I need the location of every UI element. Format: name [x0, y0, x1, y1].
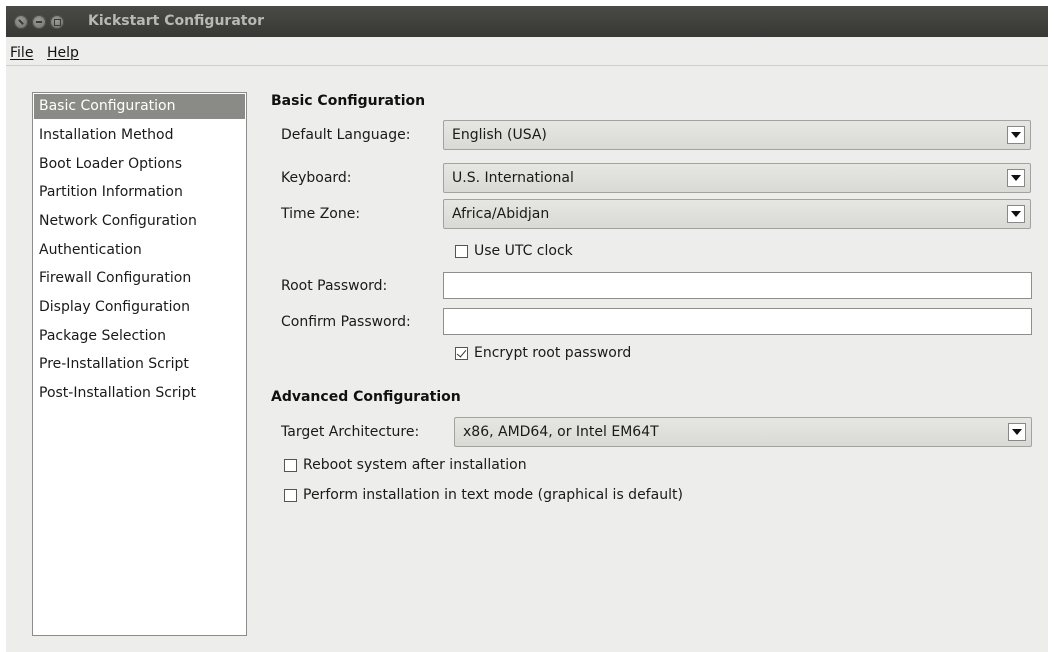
utc-checkbox-box[interactable] — [455, 245, 468, 258]
nav-item-installation-method[interactable]: Installation Method — [34, 123, 245, 148]
text-mode-checkbox-box[interactable] — [284, 489, 297, 502]
default-language-value: English (USA) — [452, 127, 547, 143]
time-zone-select[interactable]: Africa/Abidjan — [443, 199, 1031, 229]
menu-file[interactable]: File — [10, 45, 33, 61]
keyboard-label: Keyboard: — [281, 170, 352, 186]
time-zone-value: Africa/Abidjan — [452, 206, 550, 222]
keyboard-select[interactable]: U.S. International — [443, 163, 1031, 193]
root-password-field[interactable] — [443, 272, 1032, 299]
section-list: Basic Configuration Installation Method … — [32, 92, 247, 636]
keyboard-value: U.S. International — [452, 170, 574, 186]
nav-item-authentication[interactable]: Authentication — [34, 238, 245, 263]
menu-bar: File Help — [6, 37, 1048, 66]
encrypt-checkbox-box[interactable] — [455, 347, 468, 360]
time-zone-label: Time Zone: — [281, 206, 361, 222]
use-utc-clock-label: Use UTC clock — [474, 243, 573, 259]
basic-configuration-heading: Basic Configuration — [271, 93, 426, 109]
default-language-label: Default Language: — [281, 127, 411, 143]
target-architecture-select[interactable]: x86, AMD64, or Intel EM64T — [454, 417, 1032, 447]
nav-item-post-installation-script[interactable]: Post-Installation Script — [34, 381, 245, 406]
text-mode-label: Perform installation in text mode (graph… — [303, 487, 683, 503]
confirm-password-label: Confirm Password: — [281, 314, 411, 330]
close-window-icon[interactable] — [14, 15, 28, 29]
dropdown-arrow-icon — [1007, 205, 1025, 223]
nav-item-boot-loader-options[interactable]: Boot Loader Options — [34, 152, 245, 177]
reboot-checkbox-box[interactable] — [284, 459, 297, 472]
advanced-configuration-heading: Advanced Configuration — [271, 389, 461, 405]
window-title: Kickstart Configurator — [88, 13, 264, 29]
title-bar[interactable]: Kickstart Configurator — [6, 6, 1048, 37]
default-language-select[interactable]: English (USA) — [443, 120, 1031, 150]
encrypt-root-password-label: Encrypt root password — [474, 345, 632, 361]
app-window: Kickstart Configurator File Help Basic C… — [6, 6, 1048, 652]
nav-item-partition-information[interactable]: Partition Information — [34, 180, 245, 205]
nav-item-package-selection[interactable]: Package Selection — [34, 324, 245, 349]
minimize-window-icon[interactable] — [32, 15, 46, 29]
confirm-password-field[interactable] — [443, 308, 1032, 335]
dropdown-arrow-icon — [1008, 423, 1026, 441]
target-architecture-value: x86, AMD64, or Intel EM64T — [463, 424, 659, 440]
dropdown-arrow-icon — [1007, 169, 1025, 187]
dropdown-arrow-icon — [1007, 126, 1025, 144]
reboot-label: Reboot system after installation — [303, 457, 527, 473]
maximize-window-icon[interactable] — [50, 15, 64, 29]
target-architecture-label: Target Architecture: — [281, 424, 420, 440]
root-password-label: Root Password: — [281, 278, 388, 294]
nav-item-basic-configuration[interactable]: Basic Configuration — [34, 94, 245, 119]
nav-item-display-configuration[interactable]: Display Configuration — [34, 295, 245, 320]
nav-item-firewall-configuration[interactable]: Firewall Configuration — [34, 266, 245, 291]
nav-item-pre-installation-script[interactable]: Pre-Installation Script — [34, 352, 245, 377]
nav-item-network-configuration[interactable]: Network Configuration — [34, 209, 245, 234]
menu-help[interactable]: Help — [47, 45, 79, 61]
